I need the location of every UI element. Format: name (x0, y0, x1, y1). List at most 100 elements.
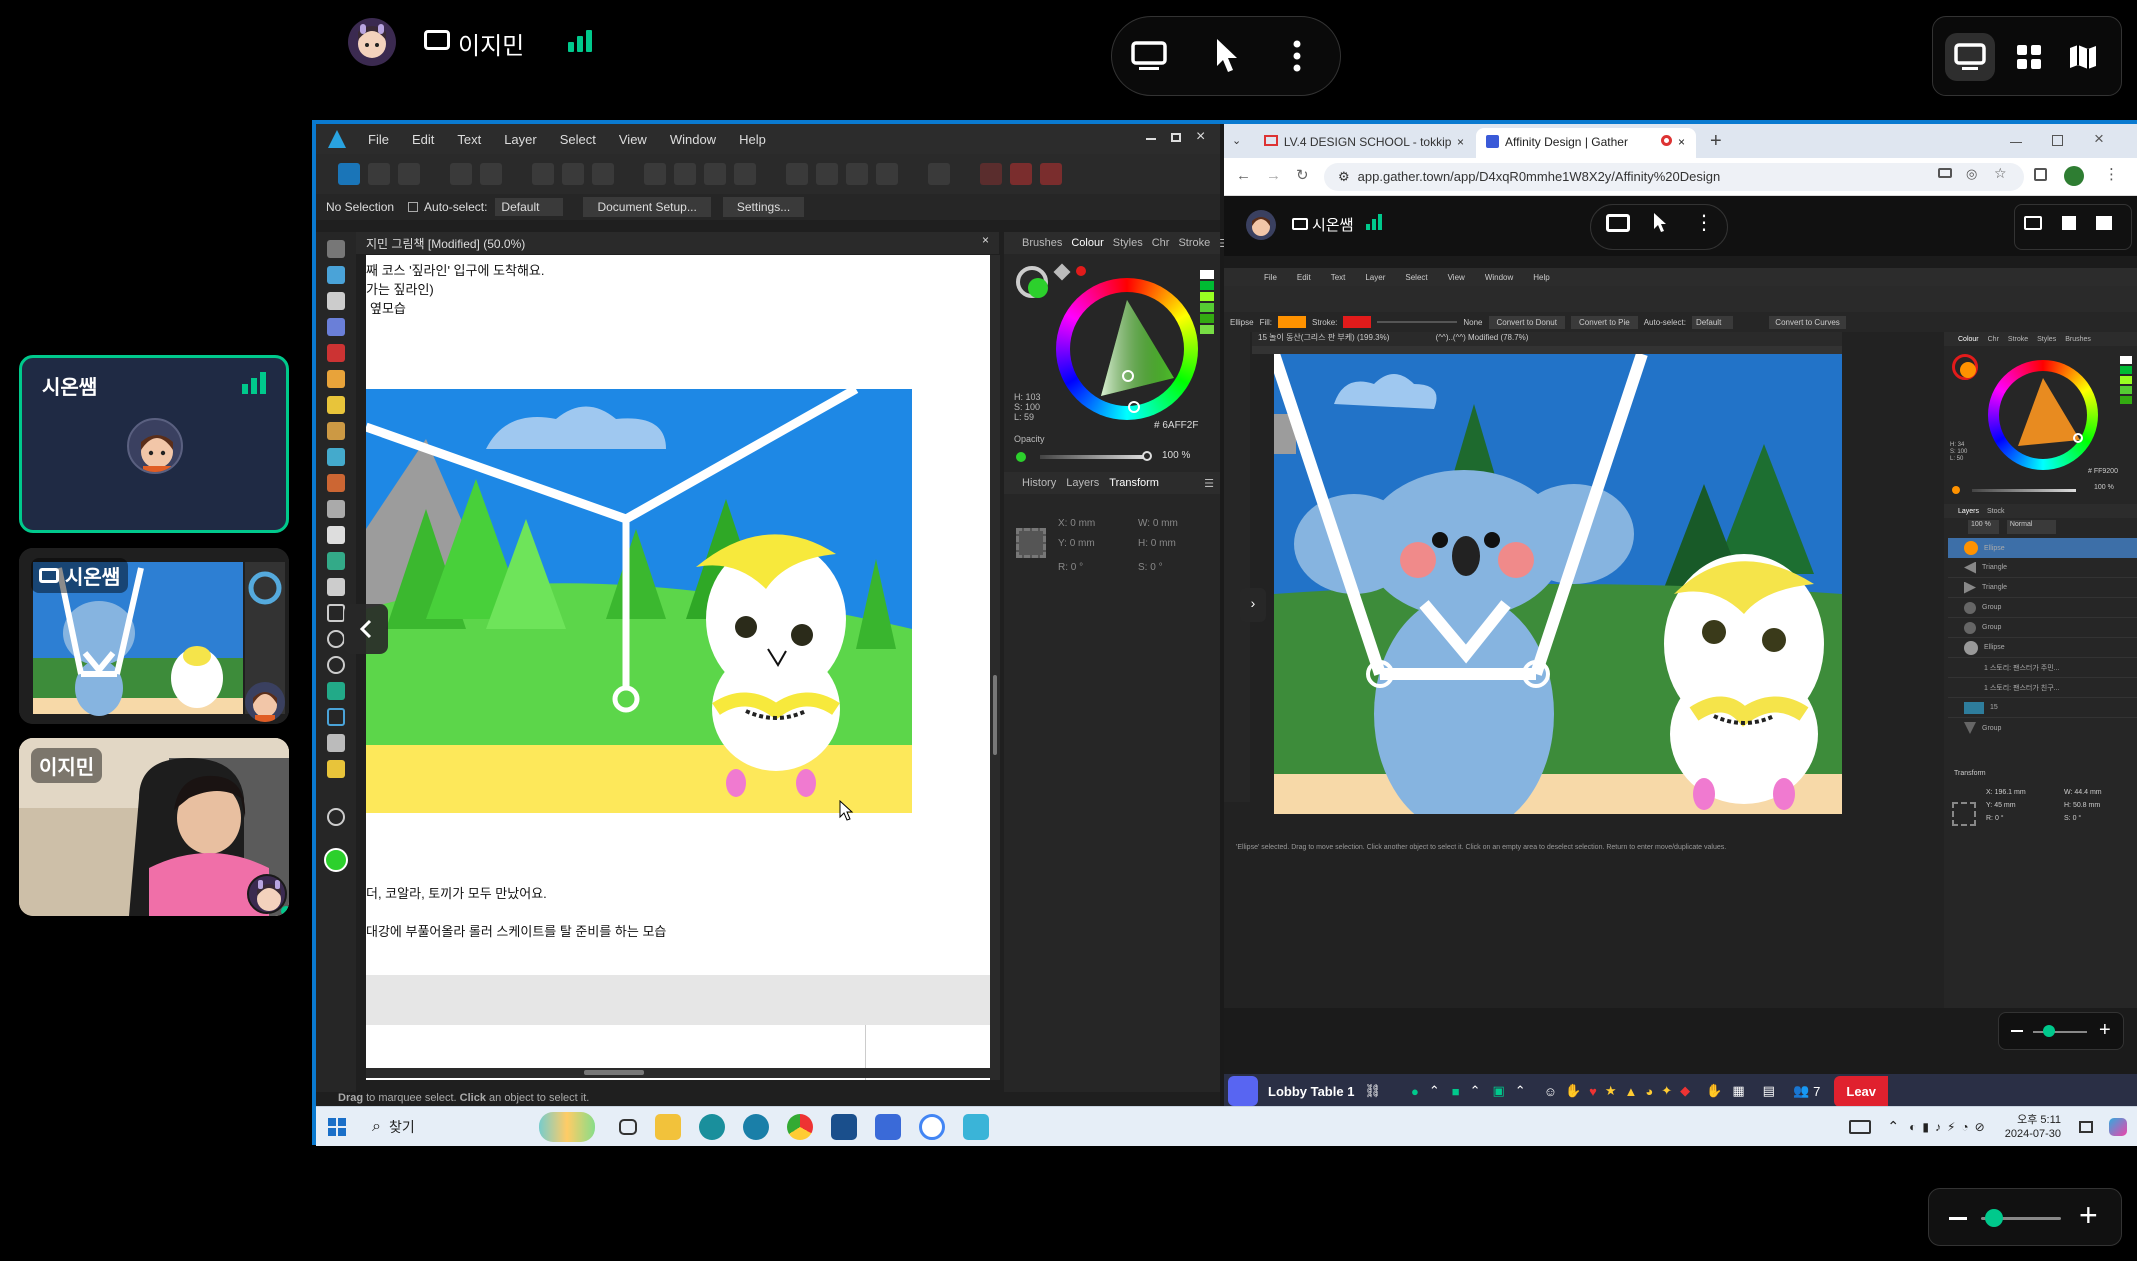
opacity-slider[interactable] (1952, 486, 2082, 494)
toolbar-icon[interactable] (846, 163, 868, 185)
clap-emoji-icon[interactable]: ✦ (1661, 1083, 1672, 1099)
color-wheel[interactable] (1988, 360, 2098, 470)
y-field[interactable]: Y: 0 mm (1058, 534, 1128, 554)
record-color-icon[interactable] (1076, 266, 1086, 276)
close-tab-icon[interactable]: × (1457, 135, 1464, 149)
screen-view-button[interactable] (1120, 29, 1178, 83)
stroke-width-slider[interactable] (1377, 321, 1458, 323)
convert-pie-button[interactable]: Convert to Pie (1570, 315, 1638, 329)
zoom-out-icon[interactable] (1949, 1217, 1967, 1220)
zoom-tool-icon[interactable] (327, 808, 345, 826)
anchor-selector[interactable] (1016, 528, 1046, 558)
wave-emoji-icon[interactable]: ✋ (1565, 1083, 1581, 1099)
x-field[interactable]: X: 196.1 mm (1986, 786, 2056, 799)
shear-field[interactable]: S: 0 ° (1138, 558, 1163, 578)
auto-select-dropdown[interactable]: Default (495, 198, 564, 216)
gather-logo[interactable] (1228, 1076, 1258, 1106)
brush-tool-icon[interactable] (327, 422, 345, 440)
eye-off-icon[interactable]: ◎ (1966, 166, 1977, 182)
menu-window[interactable]: Window (1485, 273, 1513, 282)
screen-share-icon[interactable] (1606, 214, 1630, 232)
magnet-icon[interactable] (1040, 163, 1062, 185)
tab-transform[interactable]: Transform (1109, 477, 1159, 489)
shape-tool-icon[interactable] (327, 682, 345, 700)
menu-layer[interactable]: Layer (504, 132, 537, 147)
export-persona-icon[interactable] (398, 163, 420, 185)
browser-tab-active[interactable]: Affinity Design | Gather × (1476, 128, 1696, 158)
hex-input[interactable]: # 6AFF2F (1154, 420, 1198, 431)
menu-file[interactable]: File (368, 132, 389, 147)
toolbar-icon[interactable] (928, 163, 950, 185)
task-view-icon[interactable] (618, 1118, 637, 1135)
rectangle-tool-icon[interactable] (327, 604, 345, 622)
menu-edit[interactable]: Edit (1297, 273, 1311, 282)
stroke-style[interactable]: None (1463, 318, 1482, 327)
stroke-swatch[interactable] (1343, 316, 1372, 328)
toolbar-icon[interactable] (734, 163, 756, 185)
zoom-in-icon[interactable]: + (2079, 1199, 2098, 1231)
menu-file[interactable]: File (1264, 273, 1277, 282)
fill-stroke-swatch[interactable] (1016, 266, 1048, 298)
affinity-designer-icon[interactable] (830, 1113, 857, 1140)
chevron-up-icon[interactable]: ⌃ (1470, 1083, 1481, 1099)
layer-row[interactable]: Group (1948, 718, 2137, 738)
profile-avatar[interactable] (2064, 166, 2084, 186)
notifications-icon[interactable] (2079, 1120, 2093, 1133)
y-field[interactable]: Y: 45 mm (1986, 799, 2056, 812)
fill-stroke-swatch[interactable] (1952, 354, 1978, 380)
thumbs-up-icon[interactable]: ▲ (1625, 1084, 1638, 1099)
room-name[interactable]: Lobby Table 1 (1268, 1084, 1354, 1099)
tab-brushes[interactable]: Brushes (2065, 336, 2091, 343)
grid-layout-button[interactable] (2005, 33, 2053, 81)
layer-row[interactable]: Group (1948, 618, 2137, 638)
chevron-up-icon[interactable]: ⌃ (1515, 1083, 1526, 1099)
canvas[interactable]: 째 코스 '짚라인' 입구에 도착해요. 가는 짚라인) 옆모습 더, 코알라,… (366, 255, 992, 1080)
cursor-icon[interactable] (1652, 212, 1668, 234)
panel-menu-icon[interactable]: ☰ (1204, 477, 1214, 490)
menu-select[interactable]: Select (560, 132, 596, 147)
menu-text[interactable]: Text (457, 132, 481, 147)
ellipse-tool-icon[interactable] (327, 630, 345, 648)
collapse-panel-button[interactable] (344, 604, 388, 654)
taskbar-search[interactable]: 찾기 (389, 1117, 539, 1137)
zoom-out-icon[interactable] (2011, 1030, 2023, 1032)
node-tool-icon[interactable] (327, 266, 345, 284)
clock[interactable]: 오후 5:11 2024-07-30 (2005, 1113, 2061, 1141)
snapping-icon[interactable] (980, 163, 1002, 185)
inner-doc-tab[interactable]: 15 놀이 동산(그리스 판 부케) (199.3%) (^^)..(^^) M… (1252, 332, 1842, 346)
opacity-slider[interactable] (1016, 451, 1156, 462)
camera-icon[interactable]: ■ (1452, 1084, 1460, 1099)
participant-tile[interactable]: 이지민 (19, 738, 289, 916)
tab-styles[interactable]: Styles (2037, 336, 2056, 343)
tab-search-icon[interactable]: ⌄ (1232, 134, 1246, 148)
convert-curves-button[interactable]: Convert to Curves (1769, 315, 1846, 329)
zoom-slider[interactable] (2033, 1031, 2087, 1033)
tab-stock[interactable]: Stock (1987, 508, 2005, 515)
toolbar-icon[interactable] (786, 163, 808, 185)
close-icon[interactable]: × (2094, 129, 2104, 149)
menu-view[interactable]: View (1448, 273, 1465, 282)
w-field[interactable]: W: 0 mm (1138, 514, 1178, 534)
heart-emoji-icon[interactable]: ♥ (1589, 1084, 1597, 1099)
tab-styles[interactable]: Styles (1113, 237, 1143, 249)
toolbar-icon[interactable] (674, 163, 696, 185)
hex-input[interactable]: # FF9200 (2088, 468, 2118, 475)
more-options-button[interactable] (1272, 29, 1322, 83)
close-tab-icon[interactable]: × (982, 233, 989, 247)
back-arrow-icon[interactable]: ← (1236, 167, 1251, 184)
tab-layers[interactable]: Layers (1958, 508, 1979, 515)
rotation-field[interactable]: R: 0 ° (1986, 812, 2056, 825)
zoom-slider-thumb[interactable] (2043, 1025, 2055, 1037)
browser-tab[interactable]: LV.4 DESIGN SCHOOL - tokkip × (1254, 128, 1474, 156)
designer-persona-icon[interactable] (338, 163, 360, 185)
search-icon[interactable]: ⌕ (372, 1118, 381, 1136)
toolbar-icon[interactable] (704, 163, 726, 185)
menu-view[interactable]: View (619, 132, 647, 147)
toolbar-icon[interactable] (876, 163, 898, 185)
blend-mode-dropdown[interactable]: Normal (2006, 520, 2057, 534)
pixel-persona-icon[interactable] (368, 163, 390, 185)
screen-share-icon[interactable]: ▣ (1492, 1083, 1504, 1099)
layer-row[interactable]: 15 (1948, 698, 2137, 718)
close-tab-icon[interactable]: × (1678, 135, 1685, 151)
party-emoji-icon[interactable]: ★ (1605, 1083, 1617, 1099)
